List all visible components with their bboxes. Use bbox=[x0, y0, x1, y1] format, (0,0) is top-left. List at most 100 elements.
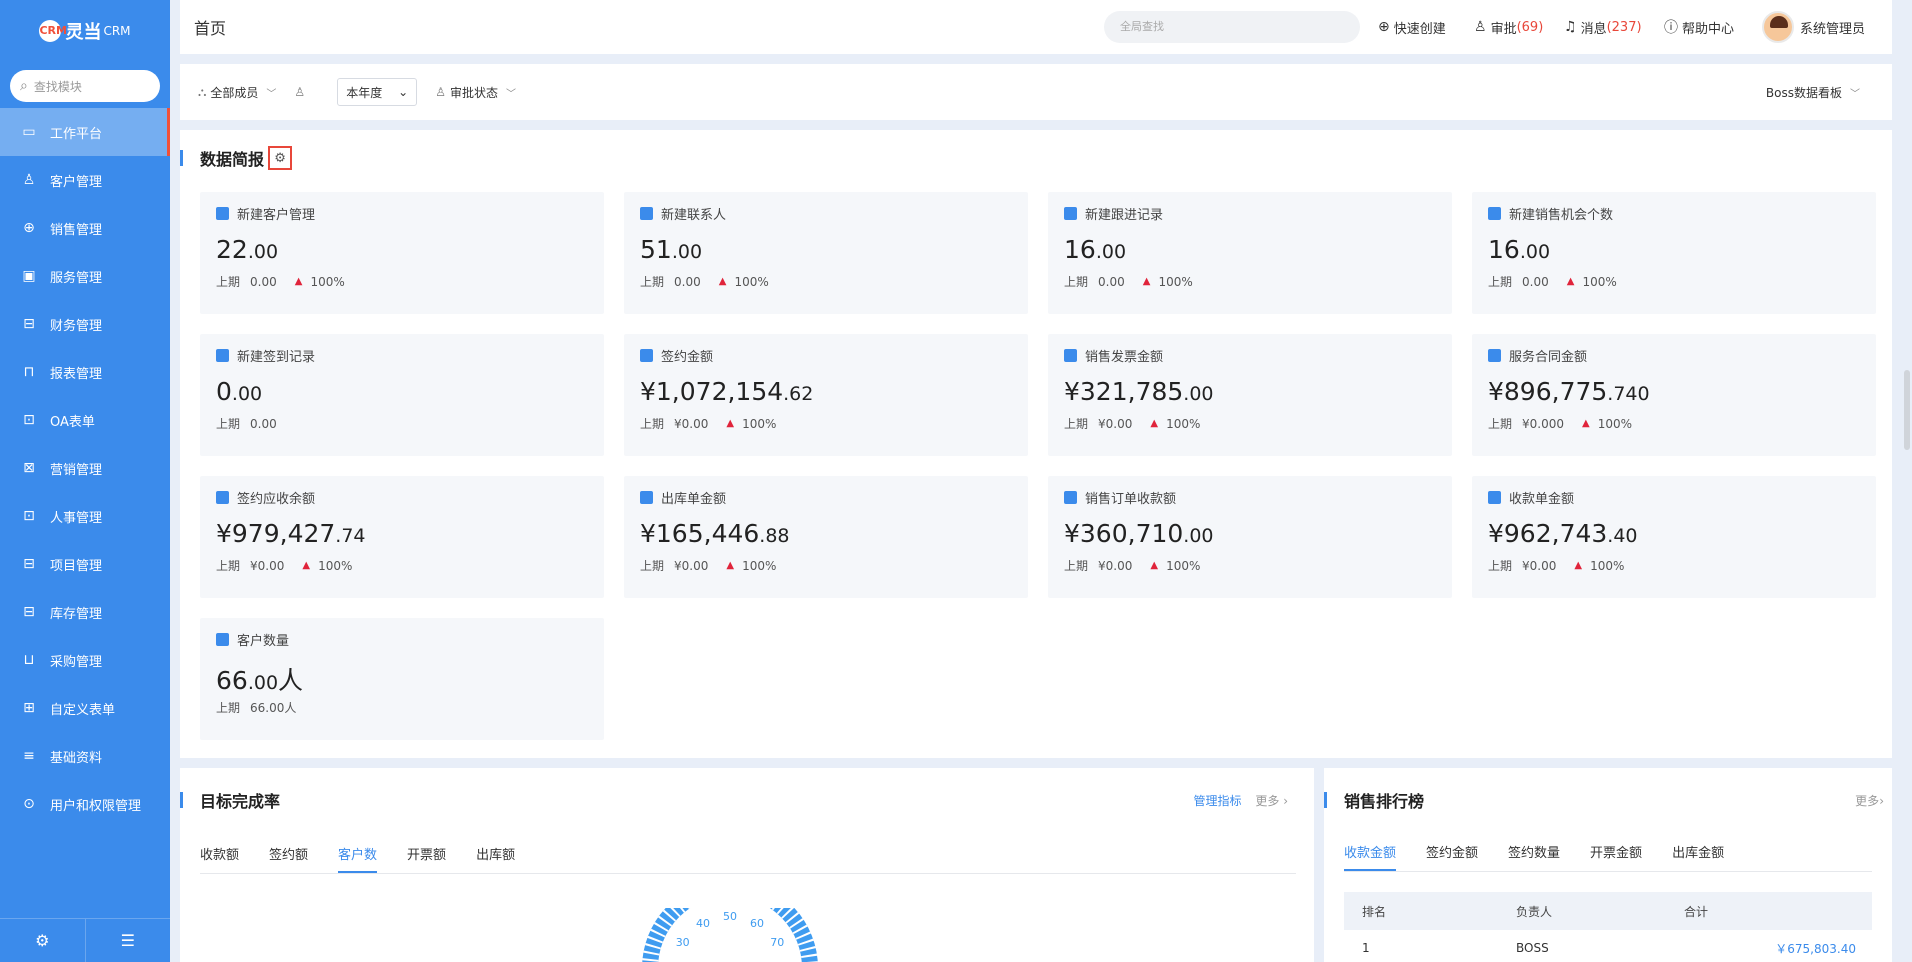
tab-goal-1[interactable]: 签约额 bbox=[269, 844, 308, 873]
stat-label-text: 新建签到记录 bbox=[237, 350, 316, 365]
tab-rank-0[interactable]: 收款金额 bbox=[1344, 842, 1397, 871]
stat-card[interactable]: 签约应收余额 ¥979,427.74 上期 ¥0.00 ▲ 100% bbox=[200, 476, 604, 598]
stat-previous-value: 66.00人 bbox=[250, 701, 297, 715]
collapse-menu-icon[interactable]: ☰ bbox=[86, 919, 171, 962]
stat-card[interactable]: 新建客户管理 22.00 上期 0.00 ▲ 100% bbox=[200, 192, 604, 314]
help-icon: ⓘ bbox=[1664, 20, 1678, 36]
stat-card[interactable]: 新建联系人 51.00 上期 0.00 ▲ 100% bbox=[624, 192, 1028, 314]
tab-rank-4[interactable]: 出库金额 bbox=[1672, 842, 1724, 871]
quick-create-button[interactable]: ⊕ 快速创建 bbox=[1378, 0, 1446, 54]
sidebar-item-6[interactable]: ⊡ OA表单 bbox=[0, 396, 170, 444]
stat-previous-value: ¥0.000 bbox=[1522, 416, 1565, 431]
stat-card[interactable]: 签约金额 ¥1,072,154.62 上期 ¥0.00 ▲ 100% bbox=[624, 334, 1028, 456]
module-search-placeholder: 查找模块 bbox=[33, 79, 82, 94]
stat-label-text: 新建客户管理 bbox=[237, 208, 316, 223]
stat-change-percent: 100% bbox=[734, 274, 769, 289]
tab-goal-0[interactable]: 收款额 bbox=[200, 844, 239, 873]
stat-card[interactable]: 新建签到记录 0.00 上期 0.00 bbox=[200, 334, 604, 456]
tab-goal-4[interactable]: 出库额 bbox=[476, 844, 515, 873]
stat-card[interactable]: 新建销售机会个数 16.00 上期 0.00 ▲ 100% bbox=[1472, 192, 1876, 314]
stat-value-dec: .88 bbox=[759, 525, 790, 547]
members-filter[interactable]: ⛬ 全部成员 ﹀ bbox=[198, 84, 276, 101]
sidebar-item-label: 客户管理 bbox=[50, 174, 103, 190]
sidebar-item-10[interactable]: ⊟ 库存管理 bbox=[0, 588, 170, 636]
stat-label: 新建联系人 bbox=[640, 204, 1012, 223]
sidebar-item-3[interactable]: ▣ 服务管理 bbox=[0, 252, 170, 300]
module-search-input[interactable]: ⌕ 查找模块 bbox=[10, 70, 160, 102]
sidebar-item-1[interactable]: ♙ 客户管理 bbox=[0, 156, 170, 204]
stat-change-percent: 100% bbox=[310, 274, 345, 289]
sidebar-item-5[interactable]: ⊓ 报表管理 bbox=[0, 348, 170, 396]
stat-label-text: 客户数量 bbox=[237, 634, 290, 649]
stat-change-percent: 100% bbox=[1166, 416, 1201, 431]
stat-label-text: 服务合同金额 bbox=[1509, 350, 1588, 365]
page-scrollbar[interactable] bbox=[1904, 370, 1910, 450]
period-select[interactable]: 本年度 ⌄ bbox=[337, 78, 418, 106]
stat-value-int: 16 bbox=[1064, 235, 1096, 264]
approval-button[interactable]: ♙ 审批 (69) bbox=[1474, 0, 1543, 54]
stat-label-text: 签约金额 bbox=[661, 350, 714, 365]
sidebar-item-14[interactable]: ⊙ 用户和权限管理 bbox=[0, 780, 170, 828]
sidebar-item-11[interactable]: ⊔ 采购管理 bbox=[0, 636, 170, 684]
stat-card[interactable]: 销售订单收款额 ¥360,710.00 上期 ¥0.00 ▲ 100% bbox=[1048, 476, 1452, 598]
sidebar-item-13[interactable]: ≡ 基础资料 bbox=[0, 732, 170, 780]
column-header-rank: 排名 bbox=[1362, 904, 1387, 919]
select-members-button[interactable]: ♙ bbox=[294, 85, 309, 99]
chevron-down-icon: ﹀ bbox=[1850, 88, 1860, 100]
sidebar-item-8[interactable]: ⊡ 人事管理 bbox=[0, 492, 170, 540]
warehouse-icon: ⊟ bbox=[23, 604, 35, 620]
stat-previous: 上期 0.00 ▲ 100% bbox=[216, 273, 588, 290]
sidebar-item-12[interactable]: ⊞ 自定义表单 bbox=[0, 684, 170, 732]
stat-card[interactable]: 客户数量 66.00人 上期 66.00人 bbox=[200, 618, 604, 740]
approval-status-filter[interactable]: ♙ 审批状态 ﹀ bbox=[435, 84, 516, 101]
stat-previous-label: 上期 bbox=[216, 417, 241, 431]
tab-rank-3[interactable]: 开票金额 bbox=[1590, 842, 1642, 871]
stat-card[interactable]: 收款单金额 ¥962,743.40 上期 ¥0.00 ▲ 100% bbox=[1472, 476, 1876, 598]
rank-more-link[interactable]: 更多› bbox=[1855, 792, 1884, 809]
stat-previous-label: 上期 bbox=[216, 701, 241, 715]
stat-value-int: 16 bbox=[1488, 235, 1520, 264]
stat-card[interactable]: 销售发票金额 ¥321,785.00 上期 ¥0.00 ▲ 100% bbox=[1048, 334, 1452, 456]
gear-icon[interactable]: ⚙ bbox=[268, 146, 293, 170]
filter-bar: ⛬ 全部成员 ﹀ ♙ 本年度 ⌄ ♙ 审批状态 ﹀ Boss数据看板 ﹀ bbox=[180, 64, 1892, 120]
stat-value-dec: .00 bbox=[231, 383, 263, 405]
trend-up-icon: ▲ bbox=[1150, 560, 1159, 571]
goal-gauge: 30 40 50 60 70 bbox=[642, 908, 818, 962]
stat-value-dec: .62 bbox=[783, 383, 814, 405]
sidebar-item-9[interactable]: ⊟ 项目管理 bbox=[0, 540, 170, 588]
stat-value: ¥896,775.740 bbox=[1488, 377, 1860, 409]
stat-card[interactable]: 服务合同金额 ¥896,775.740 上期 ¥0.000 ▲ 100% bbox=[1472, 334, 1876, 456]
tab-rank-2[interactable]: 签约数量 bbox=[1508, 842, 1560, 871]
sidebar-item-4[interactable]: ⊟ 财务管理 bbox=[0, 300, 170, 348]
sidebar-item-label: 服务管理 bbox=[50, 270, 103, 286]
table-row[interactable]: 1 BOSS ￥675,803.40 bbox=[1344, 930, 1872, 962]
goal-more-link[interactable]: 更多 › bbox=[1255, 794, 1288, 808]
stat-label: 新建客户管理 bbox=[216, 204, 588, 223]
user-name: 系统管理员 bbox=[1800, 21, 1866, 37]
app-logo[interactable]: CRM 灵当 CRM bbox=[0, 0, 170, 62]
goal-completion-panel: 目标完成率 管理指标 更多 › 收款额 签约额 客户数 开票额 出库额 30 40 50 60… bbox=[180, 768, 1314, 962]
tab-goal-3[interactable]: 开票额 bbox=[407, 844, 446, 873]
stat-previous-value: ¥0.00 bbox=[674, 416, 709, 431]
sidebar-item-0[interactable]: ▭ 工作平台 bbox=[0, 108, 170, 156]
user-menu[interactable]: 系统管理员 bbox=[1762, 0, 1865, 54]
sidebar-item-label: 销售管理 bbox=[50, 222, 103, 238]
stat-previous-value: 0.00 bbox=[250, 274, 277, 289]
sidebar-item-2[interactable]: ⊕ 销售管理 bbox=[0, 204, 170, 252]
stat-previous: 上期 ¥0.00 ▲ 100% bbox=[1064, 557, 1436, 574]
tab-goal-2[interactable]: 客户数 bbox=[338, 844, 378, 873]
tab-rank-1[interactable]: 签约金额 bbox=[1426, 842, 1478, 871]
stat-change-percent: 100% bbox=[1158, 274, 1193, 289]
global-search-input[interactable]: 全局查找 bbox=[1104, 11, 1360, 43]
messages-button[interactable]: ♫ 消息 (237) bbox=[1564, 0, 1642, 54]
stat-card[interactable]: 新建跟进记录 16.00 上期 0.00 ▲ 100% bbox=[1048, 192, 1452, 314]
stat-card[interactable]: 出库单金额 ¥165,446.88 上期 ¥0.00 ▲ 100% bbox=[624, 476, 1028, 598]
settings-icon[interactable]: ⚙ bbox=[0, 919, 86, 962]
manage-targets-link[interactable]: 管理指标 bbox=[1194, 794, 1242, 808]
stat-icon bbox=[1488, 207, 1501, 220]
dashboard-select[interactable]: Boss数据看板 ﹀ bbox=[1766, 64, 1860, 120]
stat-previous-label: 上期 bbox=[1488, 275, 1513, 289]
sidebar-item-7[interactable]: ⊠ 营销管理 bbox=[0, 444, 170, 492]
goal-title-text: 目标完成率 bbox=[200, 792, 281, 811]
help-center-button[interactable]: ⓘ 帮助中心 bbox=[1664, 0, 1734, 54]
